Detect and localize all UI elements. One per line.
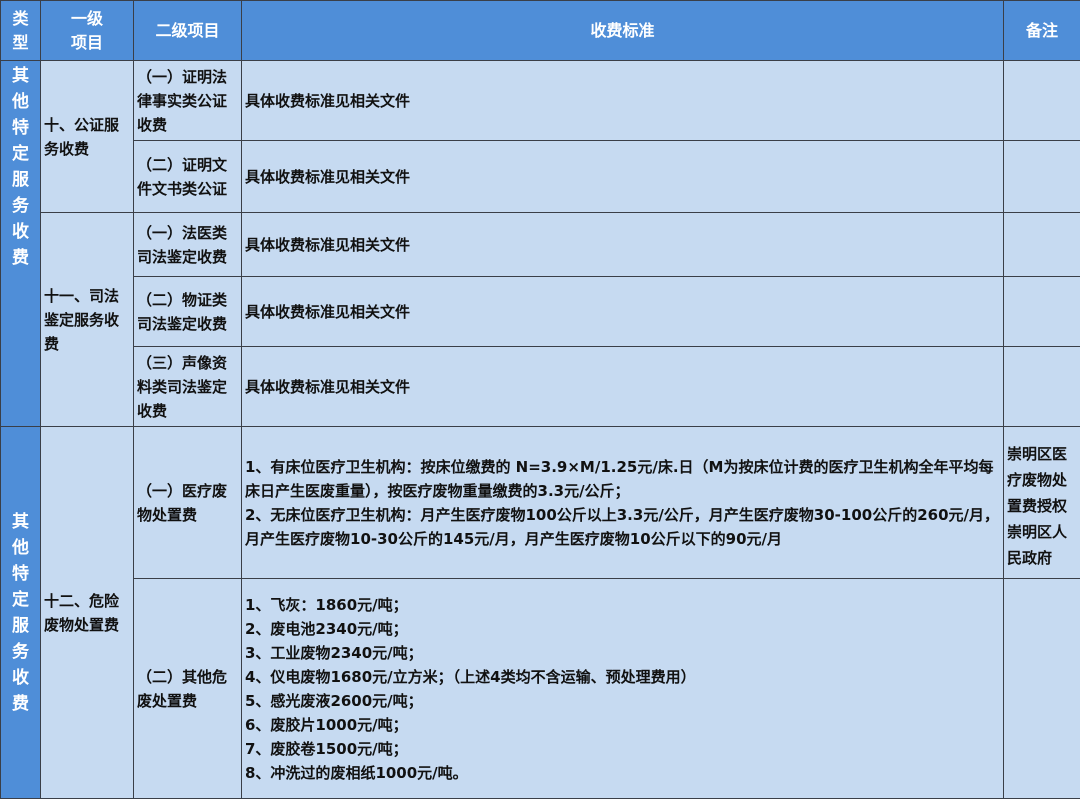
level2-cell: （二）物证类司法鉴定收费 <box>133 276 242 347</box>
header-standard: 收费标准 <box>241 0 1004 61</box>
table-row: 其他特定服务收费 十二、危险废物处置费 （一）医疗废物处置费 1、有床位医疗卫生… <box>0 426 1080 799</box>
table-row: （二）证明文件文书类公证 具体收费标准见相关文件 <box>1 140 1080 213</box>
level1-cell: 十、公证服务收费 <box>40 60 134 213</box>
standard-line: 2、无床位医疗卫生机构：月产生医疗废物100公斤以上3.3元/公斤，月产生医疗废… <box>245 505 1000 548</box>
table-header-row: 类型 一级 项目 二级项目 收费标准 备注 <box>0 0 1080 61</box>
level2-cell: （二）其他危废处置费 <box>133 578 242 799</box>
level2-cell: （二）证明文件文书类公证 <box>133 140 242 213</box>
note-cell <box>1003 140 1080 213</box>
standard-line: 5、感光废液2600元/吨； <box>245 691 423 710</box>
type-cell: 其他特定服务收费 <box>0 426 41 799</box>
note-cell: 崇明区医疗废物处置费授权崇明区人民政府 <box>1003 426 1080 579</box>
standard-line: 7、废胶卷1500元/吨； <box>245 739 408 758</box>
standard-cell: 具体收费标准见相关文件 <box>241 346 1004 427</box>
standard-cell: 1、飞灰：1860元/吨； 2、废电池2340元/吨； 3、工业废物2340元/… <box>241 578 1004 799</box>
table-row: （二）其他危废处置费 1、飞灰：1860元/吨； 2、废电池2340元/吨； 3… <box>1 578 1080 799</box>
standard-cell: 具体收费标准见相关文件 <box>241 212 1004 277</box>
level2-cell: （一）证明法律事实类公证收费 <box>133 60 242 141</box>
standard-cell: 1、有床位医疗卫生机构：按床位缴费的 N=3.9×M/1.25元/床.日（M为按… <box>241 426 1004 579</box>
standard-line: 8、冲洗过的废相纸1000元/吨。 <box>245 763 468 782</box>
table-row: 十一、司法鉴定服务收费 （一）法医类司法鉴定收费 具体收费标准见相关文件 <box>1 212 1080 427</box>
type-cell: 其他特定服务收费 <box>0 60 41 427</box>
header-type: 类型 <box>0 0 41 61</box>
standard-line: 4、仪电废物1680元/立方米；（上述4类均不含运输、预处理费用） <box>245 667 696 686</box>
standard-line: 1、有床位医疗卫生机构：按床位缴费的 N=3.9×M/1.25元/床.日（M为按… <box>245 457 994 500</box>
level1-cell: 十二、危险废物处置费 <box>40 426 134 799</box>
standard-line: 3、工业废物2340元/吨； <box>245 643 423 662</box>
header-note: 备注 <box>1003 0 1080 61</box>
note-cell <box>1003 60 1080 141</box>
note-cell <box>1003 578 1080 799</box>
level2-cell: （三）声像资料类司法鉴定收费 <box>133 346 242 427</box>
level2-cell: （一）法医类司法鉴定收费 <box>133 212 242 277</box>
standard-cell: 具体收费标准见相关文件 <box>241 276 1004 347</box>
note-cell <box>1003 276 1080 347</box>
note-cell <box>1003 346 1080 427</box>
note-cell <box>1003 212 1080 277</box>
header-level1: 一级 项目 <box>40 0 134 61</box>
fee-standard-table: 类型 一级 项目 二级项目 收费标准 备注 其他特定服务收费 十、公证服务收费 （… <box>0 0 1080 799</box>
standard-cell: 具体收费标准见相关文件 <box>241 140 1004 213</box>
table-row: 其他特定服务收费 十、公证服务收费 （一）证明法律事实类公证收费 具体收费标准见… <box>0 60 1080 427</box>
level2-cell: （一）医疗废物处置费 <box>133 426 242 579</box>
level1-cell: 十一、司法鉴定服务收费 <box>40 212 134 427</box>
table-row: （二）物证类司法鉴定收费 具体收费标准见相关文件 <box>1 276 1080 347</box>
standard-line: 6、废胶片1000元/吨； <box>245 715 408 734</box>
standard-cell: 具体收费标准见相关文件 <box>241 60 1004 141</box>
table-row: （三）声像资料类司法鉴定收费 具体收费标准见相关文件 <box>1 346 1080 427</box>
standard-line: 2、废电池2340元/吨； <box>245 619 408 638</box>
standard-line: 1、飞灰：1860元/吨； <box>245 595 408 614</box>
header-level2: 二级项目 <box>133 0 242 61</box>
